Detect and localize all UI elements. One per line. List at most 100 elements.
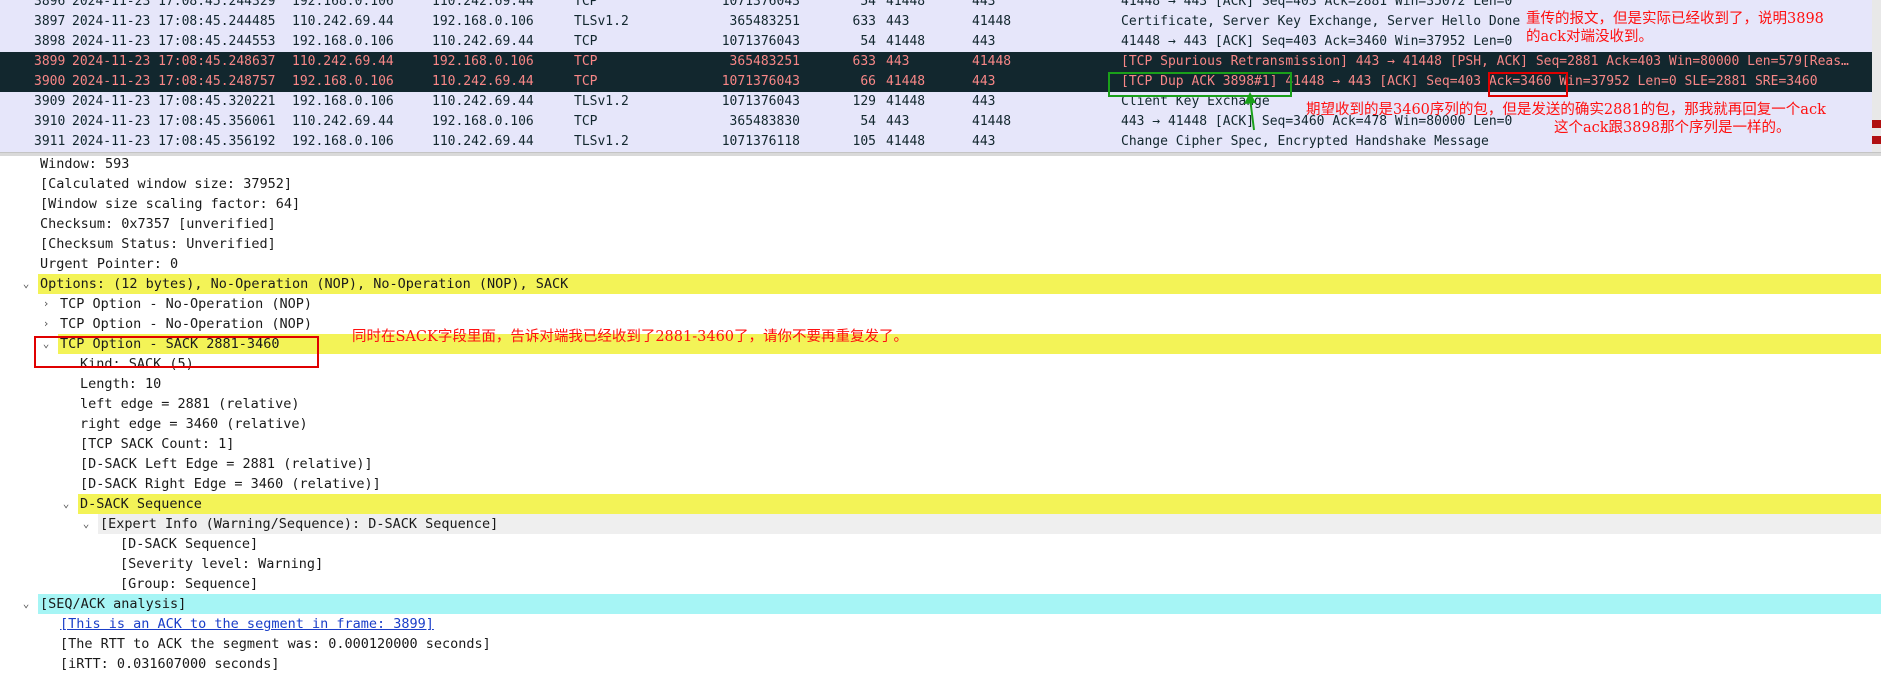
detail-text: [iRTT: 0.031607000 seconds] [60, 656, 280, 672]
detail-text: TCP Option - No-Operation (NOP) [60, 296, 312, 312]
packet-details-tree[interactable]: Window: 593 [Calculated window size: 3795… [0, 156, 1881, 676]
annotation-text: 的ack对端没收到。 [1526, 29, 1654, 45]
packet-cell-no: 3911 [34, 134, 66, 149]
packet-cell-dport: 443 [972, 134, 996, 149]
packet-cell-info: 41448 → 443 [ACK] Seq=403 Ack=3460 Win=3… [1121, 34, 1513, 49]
packet-cell-time: 2024-11-23 17:08:45.244553 [72, 34, 276, 49]
packet-cell-seq: 365483251 [729, 54, 800, 69]
detail-tree-row[interactable]: [The RTT to ACK the segment was: 0.00012… [0, 634, 1881, 654]
detail-tree-row[interactable]: [Calculated window size: 37952] [0, 174, 1881, 194]
detail-text: [SEQ/ACK analysis] [40, 596, 187, 612]
frame-link[interactable]: [This is an ACK to the segment in frame:… [60, 614, 434, 634]
detail-text: [Severity level: Warning] [120, 556, 324, 572]
packet-cell-sport: 41448 [886, 0, 926, 9]
annotation-text: 期望收到的是3460序列的包，但是发送的确实2881的包，那我就再回复一个ack [1306, 102, 1826, 118]
detail-text: [D-SACK Left Edge = 2881 (relative)] [80, 456, 373, 472]
detail-tree-row[interactable]: [Severity level: Warning] [0, 554, 1881, 574]
detail-tree-row[interactable]: Urgent Pointer: 0 [0, 254, 1881, 274]
annotation-text: 这个ack跟3898那个序列是一样的。 [1554, 120, 1791, 136]
detail-tree-row[interactable]: ⌄ [Expert Info (Warning/Sequence): D-SACK… [83, 514, 1881, 534]
packet-cell-dport: 443 [972, 0, 996, 9]
packet-cell-len: 633 [852, 14, 876, 29]
packet-cell-seq: 1071376118 [721, 134, 800, 149]
packet-row[interactable]: 3899 2024-11-23 17:08:45.248637 110.242.69… [0, 52, 1872, 72]
detail-tree-row[interactable]: [Group: Sequence] [0, 574, 1881, 594]
packet-cell-dst: 110.242.69.44 [432, 94, 534, 109]
packet-cell-sport: 443 [886, 14, 910, 29]
packet-cell-no: 3900 [34, 74, 66, 89]
annotation-dup-ack-note: 期望收到的是3460序列的包，但是发送的确实2881的包，那我就再回复一个ack… [1306, 101, 1826, 137]
packet-cell-len: 633 [852, 54, 876, 69]
detail-tree-row[interactable]: Window: 593 [0, 156, 1881, 174]
expand-chevron-icon[interactable]: › [40, 314, 52, 334]
detail-tree-row[interactable]: › TCP Option - No-Operation (NOP) [0, 294, 1881, 314]
packet-cell-no: 3896 [34, 0, 66, 9]
detail-tree-row[interactable]: right edge = 3460 (relative) [0, 414, 1881, 434]
detail-text: Checksum: 0x7357 [unverified] [40, 216, 276, 232]
packet-row[interactable]: 3900 2024-11-23 17:08:45.248757 192.168.0.… [0, 72, 1872, 92]
detail-tree-row[interactable]: [D-SACK Right Edge = 3460 (relative)] [0, 474, 1881, 494]
packet-cell-proto: TCP [574, 74, 598, 89]
packet-cell-src: 192.168.0.106 [292, 74, 394, 89]
expand-chevron-icon[interactable]: › [40, 294, 52, 314]
packet-cell-src: 192.168.0.106 [292, 94, 394, 109]
detail-text: [Expert Info (Warning/Sequence): D-SACK … [100, 516, 499, 532]
packet-cell-dst: 192.168.0.106 [432, 114, 534, 129]
packet-list-scrollbar[interactable] [1872, 0, 1881, 152]
collapse-chevron-icon[interactable]: ⌄ [80, 514, 92, 534]
detail-tree-row[interactable]: ⌄ D-SACK Sequence [63, 494, 1881, 514]
detail-text: Urgent Pointer: 0 [40, 256, 179, 272]
packet-cell-dst: 192.168.0.106 [432, 14, 534, 29]
detail-tree-row[interactable]: Checksum: 0x7357 [unverified] [0, 214, 1881, 234]
collapse-chevron-icon[interactable]: ⌄ [60, 494, 72, 514]
packet-cell-proto: TLSv1.2 [574, 134, 629, 149]
packet-cell-proto: TLSv1.2 [574, 94, 629, 109]
detail-tree-row[interactable]: [Window size scaling factor: 64] [0, 194, 1881, 214]
packet-cell-src: 192.168.0.106 [292, 34, 394, 49]
packet-cell-sport: 443 [886, 114, 910, 129]
detail-tree-row[interactable]: [D-SACK Left Edge = 2881 (relative)] [0, 454, 1881, 474]
detail-tree-row[interactable]: [This is an ACK to the segment in frame:… [0, 614, 1881, 634]
packet-cell-sport: 41448 [886, 94, 926, 109]
detail-text: [Checksum Status: Unverified] [40, 236, 276, 252]
detail-tree-row[interactable]: ⌄ Options: (12 bytes), No-Operation (NOP)… [23, 274, 1881, 294]
packet-cell-proto: TLSv1.2 [574, 14, 629, 29]
packet-cell-proto: TCP [574, 54, 598, 69]
detail-text: D-SACK Sequence [80, 496, 202, 512]
collapse-chevron-icon[interactable]: ⌄ [20, 274, 32, 294]
packet-cell-sport: 41448 [886, 74, 926, 89]
packet-cell-len: 54 [860, 0, 876, 9]
detail-tree-row[interactable]: ⌄ TCP Option - SACK 2881-3460 [43, 334, 1881, 354]
detail-tree-row[interactable]: [iRTT: 0.031607000 seconds] [0, 654, 1881, 674]
detail-tree-row[interactable]: › TCP Option - No-Operation (NOP) [0, 314, 1881, 334]
packet-cell-len: 54 [860, 34, 876, 49]
packet-cell-time: 2024-11-23 17:08:45.248757 [72, 74, 276, 89]
detail-tree-row[interactable]: Length: 10 [0, 374, 1881, 394]
annotation-retransmission-note: 重传的报文，但是实际已经收到了，说明3898 的ack对端没收到。 [1526, 10, 1824, 46]
packet-cell-info: [TCP Spurious Retransmission] 443 → 4144… [1121, 54, 1849, 69]
packet-cell-time: 2024-11-23 17:08:45.356192 [72, 134, 276, 149]
detail-text: TCP Option - No-Operation (NOP) [60, 316, 312, 332]
packet-cell-dst: 110.242.69.44 [432, 74, 534, 89]
detail-tree-row[interactable]: [TCP SACK Count: 1] [0, 434, 1881, 454]
detail-tree-row[interactable]: ⌄ [SEQ/ACK analysis] [23, 594, 1881, 614]
packet-cell-src: 110.242.69.44 [292, 54, 394, 69]
detail-tree-row[interactable]: [D-SACK Sequence] [0, 534, 1881, 554]
packet-cell-len: 54 [860, 114, 876, 129]
detail-text: [TCP SACK Count: 1] [80, 436, 235, 452]
detail-tree-row[interactable]: left edge = 2881 (relative) [0, 394, 1881, 414]
detail-text: left edge = 2881 (relative) [80, 396, 300, 412]
detail-text: [Calculated window size: 37952] [40, 176, 292, 192]
collapse-chevron-icon[interactable]: ⌄ [20, 594, 32, 614]
packet-cell-sport: 41448 [886, 34, 926, 49]
packet-cell-seq: 365483830 [729, 114, 800, 129]
detail-text: Options: (12 bytes), No-Operation (NOP),… [40, 276, 569, 292]
packet-cell-proto: TCP [574, 114, 598, 129]
packet-cell-no: 3910 [34, 114, 66, 129]
packet-cell-no: 3909 [34, 94, 66, 109]
packet-cell-no: 3897 [34, 14, 66, 29]
packet-cell-seq: 1071376043 [721, 0, 800, 9]
detail-tree-row[interactable]: [Checksum Status: Unverified] [0, 234, 1881, 254]
detail-text: [The RTT to ACK the segment was: 0.00012… [60, 636, 491, 652]
packet-cell-no: 3898 [34, 34, 66, 49]
